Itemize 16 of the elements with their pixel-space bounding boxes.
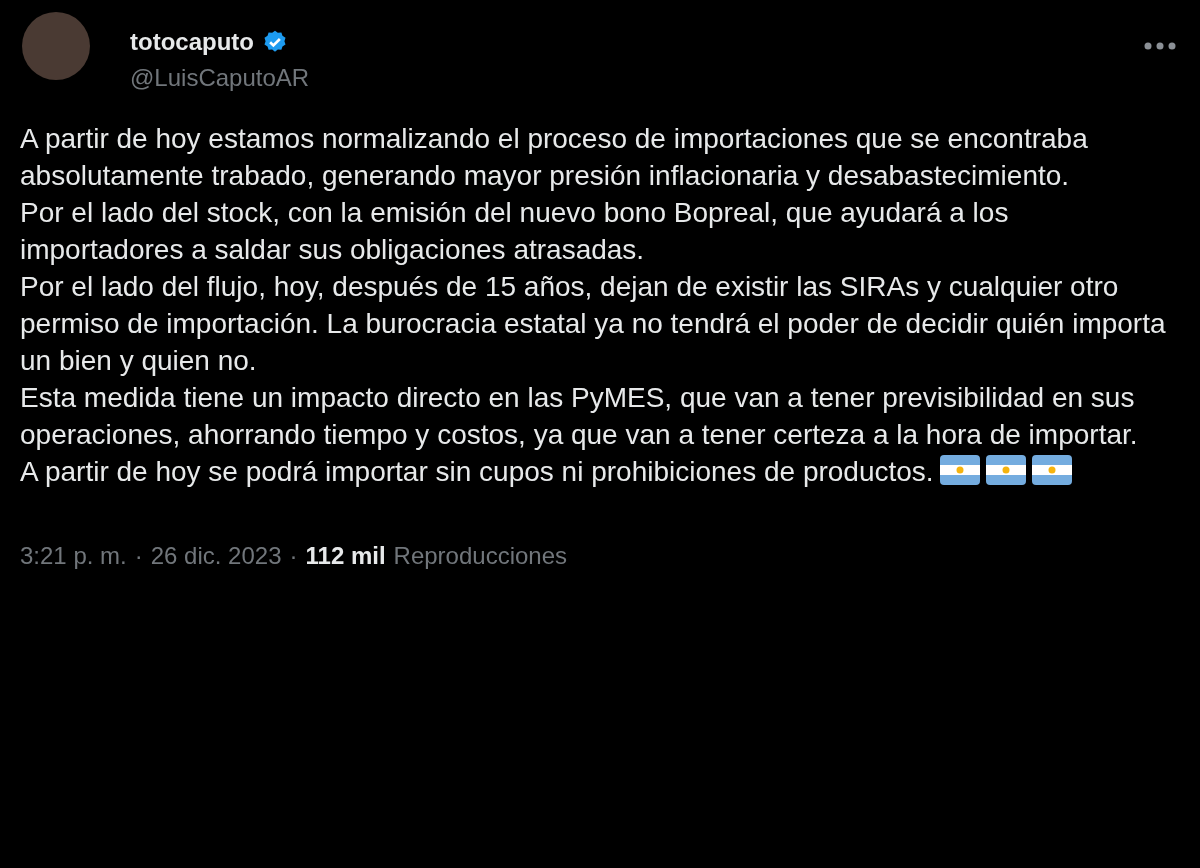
argentina-flag-icon	[1031, 455, 1072, 485]
separator-dot: ·	[289, 542, 298, 570]
tweet-paragraph: A partir de hoy se podrá importar sin cupos ni prohibiciones de productos.	[20, 453, 1170, 490]
user-handle[interactable]: @LuisCaputoAR	[130, 64, 1100, 92]
view-count: 112 mil	[305, 542, 386, 570]
display-name[interactable]: totocaputo	[130, 28, 254, 56]
tweet-paragraph: Por el lado del flujo, hoy, después de 15 años, dejan de existir las SIRAs y cualquier otro permiso de importación. La burocracia estatal ya no tendrá el poder de decidir quién importa un bien y quien no.	[20, 270, 1167, 378]
post-date[interactable]: 26 dic. 2023	[150, 542, 282, 570]
tweet-paragraph: A partir de hoy estamos normalizando el proceso de importaciones que se encontraba absolutamente trabado, generando mayor presión inflacionaria y desabastecimiento.	[20, 122, 1089, 193]
tweet-paragraph: Por el lado del stock, con la emisión del nuevo bono Bopreal, que ayudará a los importadores a saldar sus obligaciones atrasadas.	[20, 196, 1010, 267]
separator-dot: ·	[134, 542, 143, 570]
views-label: Reproducciones	[393, 542, 567, 570]
argentina-flag-icon	[939, 455, 980, 485]
post-time[interactable]: 3:21 p. m.	[20, 542, 127, 570]
argentina-flag-icon	[985, 455, 1026, 485]
tweet-paragraph: Esta medida tiene un impacto directo en las PyMES, que van a tener previsibilidad en sus operaciones, ahorrando tiempo y costos, ya que van a tener certeza a la hora de importar.	[20, 381, 1139, 452]
